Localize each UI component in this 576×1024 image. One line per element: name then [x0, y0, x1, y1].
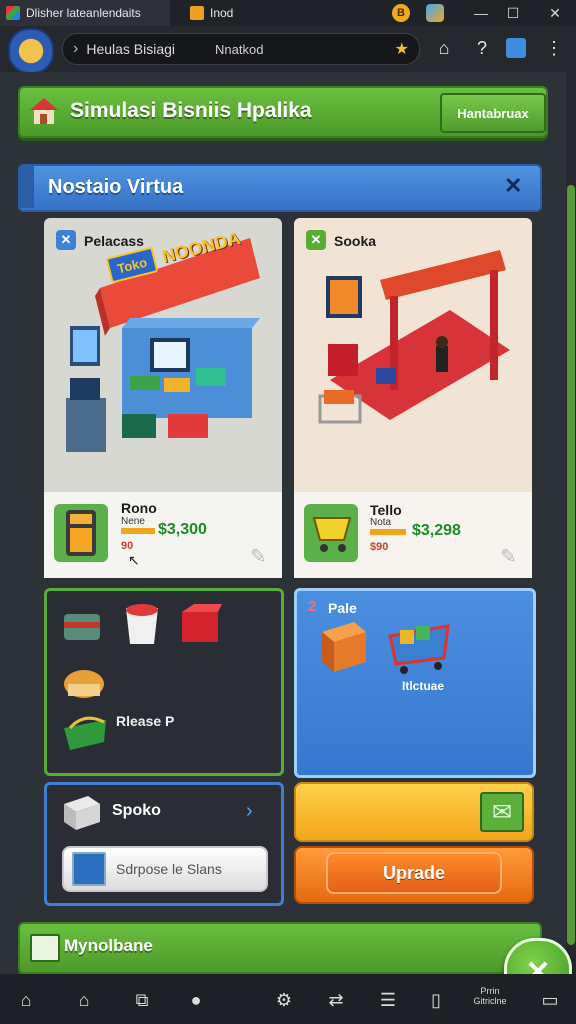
browser-tab-active[interactable]: Dlisher lateanlendaits [0, 0, 170, 26]
spoko-title: Spoko [112, 802, 161, 819]
footer-bar-label: Mynolbane [64, 936, 153, 955]
nav-share-icon[interactable]: ⇄ [324, 988, 348, 1012]
house-icon [30, 98, 58, 124]
close-window-icon[interactable]: ✕ [540, 0, 570, 26]
nav-record-icon[interactable]: ● [184, 988, 208, 1012]
edit-icon[interactable]: ✎ [250, 544, 267, 569]
coin-extension-icon[interactable]: B [392, 4, 410, 22]
app-favicon-icon [6, 6, 20, 20]
box-icon [182, 604, 222, 642]
basket-icon [64, 716, 106, 750]
rule-title: Pale [328, 600, 357, 616]
package-icon [322, 622, 366, 672]
nav-crop-icon[interactable]: ⧉ [130, 988, 154, 1012]
page-title: Simulasi Bisniis Hpalika [70, 99, 312, 122]
app-logo-icon[interactable] [8, 28, 54, 74]
image-icon[interactable] [506, 38, 526, 58]
nav-label: Prrin Gitriclne [473, 986, 507, 1006]
store-card-name: Rono [121, 500, 157, 516]
store-card-price: $3,300 [158, 521, 207, 538]
footer-table-icon [30, 934, 60, 962]
market-illustration [318, 250, 510, 424]
upgrade-button[interactable]: Uprade [326, 852, 502, 894]
chart-edit-icon [72, 852, 106, 886]
mail-icon: ✉ [480, 792, 524, 832]
header-action-button[interactable]: Hantabruax [440, 93, 546, 133]
tab-title: Inod [210, 6, 234, 20]
calculator-icon [66, 510, 96, 556]
cart-icon [312, 517, 352, 552]
rating-bar [121, 528, 155, 534]
store-card-price: $3,298 [412, 522, 461, 539]
toolbox-icon [64, 614, 100, 640]
panel-title: Nostaio Virtua [48, 176, 184, 198]
panel-close-icon[interactable]: ✕ [504, 173, 522, 199]
address-bar[interactable]: › Heulas Bisiagi Nnatkod ★ [62, 33, 420, 65]
store-card-value: 90 [121, 540, 134, 552]
store-card-value: $90 [370, 541, 389, 553]
edit-icon[interactable]: ✎ [500, 544, 517, 569]
nav-chat-icon[interactable]: ▭ [538, 988, 562, 1012]
browser-tab-second[interactable]: Inod [184, 0, 284, 26]
tab-favicon-icon [190, 6, 204, 20]
minimize-icon[interactable]: — [466, 0, 496, 26]
maximize-icon[interactable]: ☐ [498, 0, 528, 26]
spoko-button[interactable]: Sdrpose le Slans [62, 846, 268, 892]
cursor-icon: ↖ [128, 552, 140, 568]
extension-icon[interactable] [426, 4, 444, 22]
server-box-icon [64, 796, 100, 830]
menu-kebab-icon[interactable]: ⋮ [542, 36, 566, 60]
store-card-name: Tello [370, 502, 402, 518]
address-secondary-text: Nnatkod [215, 41, 264, 57]
tools-icon: ✕ [306, 230, 326, 250]
nav-house-icon[interactable]: ⌂ [72, 988, 96, 1012]
spoko-button-label: Sdrpose le Slans [116, 861, 222, 877]
bread-icon [64, 670, 104, 698]
store-card-title: Sooka [334, 233, 377, 249]
bookmark-star-icon[interactable]: ★ [395, 39, 409, 59]
home-icon[interactable]: ⌂ [432, 36, 456, 60]
address-text: Heulas Bisiagi [86, 41, 176, 57]
nav-gear-icon[interactable]: ⚙ [272, 988, 296, 1012]
nav-phone-icon[interactable]: ▯ [424, 988, 448, 1012]
store-card-sub: Nene [121, 516, 145, 527]
chevron-right-icon[interactable]: › [246, 800, 253, 823]
scrollbar-thumb[interactable] [567, 185, 575, 945]
site-info-icon[interactable]: › [73, 40, 78, 58]
panel-header-accent [18, 164, 34, 208]
nav-home-icon[interactable]: ⌂ [14, 988, 38, 1012]
tab-title: Dlisher lateanlendaits [26, 6, 141, 20]
rating-bar [370, 529, 406, 535]
store-card-sub: Nota [370, 517, 392, 528]
rule-footer-text: Itlctuae [402, 679, 445, 693]
rule-number: 2 [308, 598, 317, 615]
inventory-label: Rlease P [116, 713, 175, 729]
shopping-cart-icon [388, 624, 450, 674]
nav-list-icon[interactable]: ☰ [376, 988, 400, 1012]
cup-icon [126, 604, 158, 644]
help-icon[interactable]: ? [470, 36, 494, 60]
